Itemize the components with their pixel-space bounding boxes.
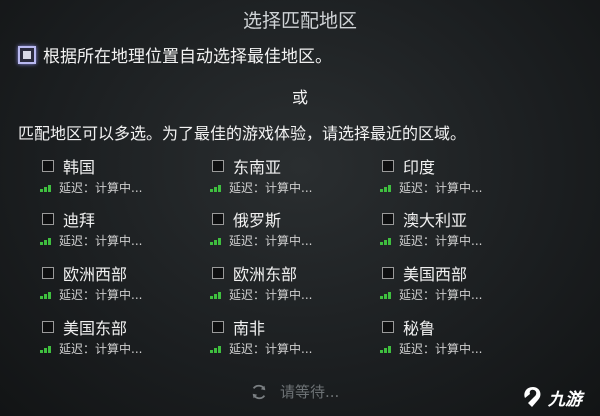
- region-item[interactable]: 迪拜 延迟：计算中...: [40, 207, 200, 253]
- region-name: 美国西部: [403, 265, 468, 284]
- signal-icon: [40, 344, 54, 353]
- region-name: 欧洲东部: [233, 265, 298, 284]
- region-latency: 延迟：计算中...: [59, 181, 143, 195]
- signal-icon: [40, 290, 54, 299]
- region-latency: 延迟：计算中...: [59, 342, 143, 356]
- region-item[interactable]: 欧洲西部 延迟：计算中...: [40, 261, 200, 307]
- region-latency: 延迟：计算中...: [229, 181, 313, 195]
- region-checkbox[interactable]: [382, 213, 394, 225]
- region-checkbox[interactable]: [382, 321, 394, 333]
- region-latency: 延迟：计算中...: [399, 234, 483, 248]
- region-description: 匹配地区可以多选。为了最佳的游戏体验，请选择最近的区域。: [18, 124, 467, 143]
- jiuyou-logo-icon: [524, 387, 541, 407]
- watermark-logo: 九游: [520, 384, 582, 410]
- watermark-text: 九游: [548, 389, 582, 410]
- region-name: 韩国: [63, 158, 96, 177]
- region-name: 印度: [403, 158, 436, 177]
- region-name: 美国东部: [63, 319, 128, 338]
- region-item[interactable]: 俄罗斯 延迟：计算中...: [210, 207, 370, 253]
- region-latency: 延迟：计算中...: [399, 288, 483, 302]
- region-checkbox[interactable]: [382, 160, 394, 172]
- auto-select-checkbox[interactable]: [18, 45, 36, 64]
- waiting-text: 请等待...: [280, 383, 340, 401]
- region-checkbox[interactable]: [42, 160, 54, 172]
- auto-select-option[interactable]: 根据所在地理位置自动选择最佳地区。: [18, 42, 332, 67]
- signal-icon: [380, 183, 394, 192]
- region-latency: 延迟：计算中...: [229, 234, 313, 248]
- signal-icon: [40, 183, 54, 192]
- region-name: 迪拜: [63, 211, 96, 230]
- region-checkbox[interactable]: [212, 321, 224, 333]
- region-item[interactable]: 东南亚 延迟：计算中...: [210, 154, 370, 200]
- region-item[interactable]: 澳大利亚 延迟：计算中...: [380, 207, 540, 253]
- region-name: 欧洲西部: [63, 265, 128, 284]
- signal-icon: [380, 290, 394, 299]
- signal-icon: [210, 290, 224, 299]
- region-latency: 延迟：计算中...: [59, 288, 143, 302]
- region-name: 南非: [233, 319, 266, 338]
- region-name: 秘鲁: [403, 319, 436, 338]
- region-checkbox[interactable]: [42, 321, 54, 333]
- region-checkbox[interactable]: [212, 267, 224, 279]
- region-name: 俄罗斯: [233, 211, 282, 230]
- region-checkbox[interactable]: [42, 213, 54, 225]
- region-latency: 延迟：计算中...: [229, 288, 313, 302]
- region-item[interactable]: 美国东部 延迟：计算中...: [40, 315, 200, 361]
- region-item[interactable]: 南非 延迟：计算中...: [210, 315, 370, 361]
- region-latency: 延迟：计算中...: [399, 342, 483, 356]
- region-item[interactable]: 欧洲东部 延迟：计算中...: [210, 261, 370, 307]
- signal-icon: [380, 344, 394, 353]
- signal-icon: [40, 236, 54, 245]
- signal-icon: [210, 236, 224, 245]
- region-checkbox[interactable]: [212, 160, 224, 172]
- waiting-status: 请等待...: [250, 381, 339, 402]
- signal-icon: [210, 344, 224, 353]
- signal-icon: [210, 183, 224, 192]
- region-latency: 延迟：计算中...: [399, 181, 483, 195]
- region-item[interactable]: 印度 延迟：计算中...: [380, 154, 540, 200]
- refresh-icon: [252, 384, 266, 399]
- or-divider: 或: [291, 88, 308, 107]
- region-item[interactable]: 美国西部 延迟：计算中...: [380, 261, 540, 307]
- region-checkbox[interactable]: [212, 213, 224, 225]
- region-item[interactable]: 韩国 延迟：计算中...: [40, 154, 200, 200]
- region-name: 澳大利亚: [403, 211, 468, 230]
- region-item[interactable]: 秘鲁 延迟：计算中...: [380, 315, 540, 361]
- auto-select-label: 根据所在地理位置自动选择最佳地区。: [43, 47, 332, 67]
- region-name: 东南亚: [233, 158, 282, 177]
- signal-icon: [380, 236, 394, 245]
- region-checkbox[interactable]: [42, 267, 54, 279]
- region-latency: 延迟：计算中...: [59, 234, 143, 248]
- region-checkbox[interactable]: [382, 267, 394, 279]
- region-latency: 延迟：计算中...: [229, 342, 313, 356]
- page-title: 选择匹配地区: [242, 10, 357, 32]
